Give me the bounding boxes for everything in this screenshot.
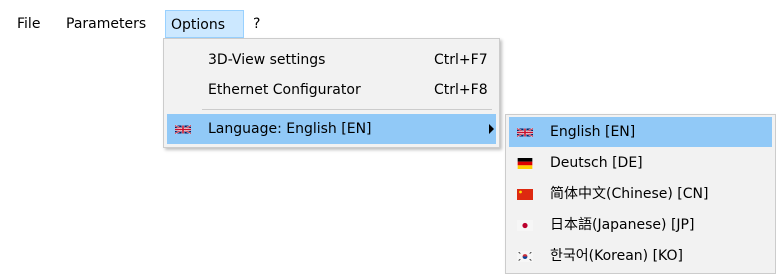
menu-help[interactable]: ? bbox=[248, 10, 265, 38]
menu-item-label: Ethernet Configurator bbox=[208, 82, 361, 98]
language-label: 简体中文(Chinese) [CN] bbox=[550, 186, 709, 202]
korea-flag-icon bbox=[517, 251, 533, 262]
menu-separator bbox=[202, 109, 492, 110]
menu-options[interactable]: Options bbox=[165, 10, 244, 38]
language-label: Deutsch [DE] bbox=[550, 155, 643, 171]
language-item-chinese[interactable]: 简体中文(Chinese) [CN] bbox=[509, 179, 772, 209]
menu-item-language[interactable]: Language: English [EN] bbox=[167, 114, 496, 144]
uk-flag-icon bbox=[517, 127, 533, 138]
language-item-english[interactable]: English [EN] bbox=[509, 117, 772, 147]
germany-flag-icon bbox=[517, 158, 533, 169]
menu-item-label: Language: English [EN] bbox=[208, 121, 372, 137]
menu-bar: File Parameters Options ? bbox=[0, 0, 776, 40]
language-label: 日本語(Japanese) [JP] bbox=[550, 217, 695, 233]
menu-item-shortcut: Ctrl+F8 bbox=[434, 82, 488, 98]
language-item-deutsch[interactable]: Deutsch [DE] bbox=[509, 148, 772, 178]
japan-flag-icon bbox=[517, 220, 533, 231]
menu-item-ethernet-configurator[interactable]: Ethernet Configurator Ctrl+F8 bbox=[167, 75, 496, 105]
menu-file[interactable]: File bbox=[12, 10, 45, 38]
submenu-arrow-icon bbox=[489, 124, 494, 134]
language-item-korean[interactable]: 한국어(Korean) [KO] bbox=[509, 241, 772, 271]
language-submenu: English [EN] Deutsch [DE] 简体中文(Chinese) … bbox=[505, 114, 776, 274]
menu-item-3d-view-settings[interactable]: 3D-View settings Ctrl+F7 bbox=[167, 45, 496, 75]
options-dropdown: 3D-View settings Ctrl+F7 Ethernet Config… bbox=[163, 38, 500, 148]
language-label: English [EN] bbox=[550, 124, 636, 140]
china-flag-icon bbox=[517, 189, 533, 200]
menu-parameters[interactable]: Parameters bbox=[61, 10, 151, 38]
menu-item-label: 3D-View settings bbox=[208, 52, 326, 68]
language-item-japanese[interactable]: 日本語(Japanese) [JP] bbox=[509, 210, 772, 240]
language-label: 한국어(Korean) [KO] bbox=[550, 248, 683, 264]
menu-item-shortcut: Ctrl+F7 bbox=[434, 52, 488, 68]
uk-flag-icon bbox=[175, 124, 191, 135]
